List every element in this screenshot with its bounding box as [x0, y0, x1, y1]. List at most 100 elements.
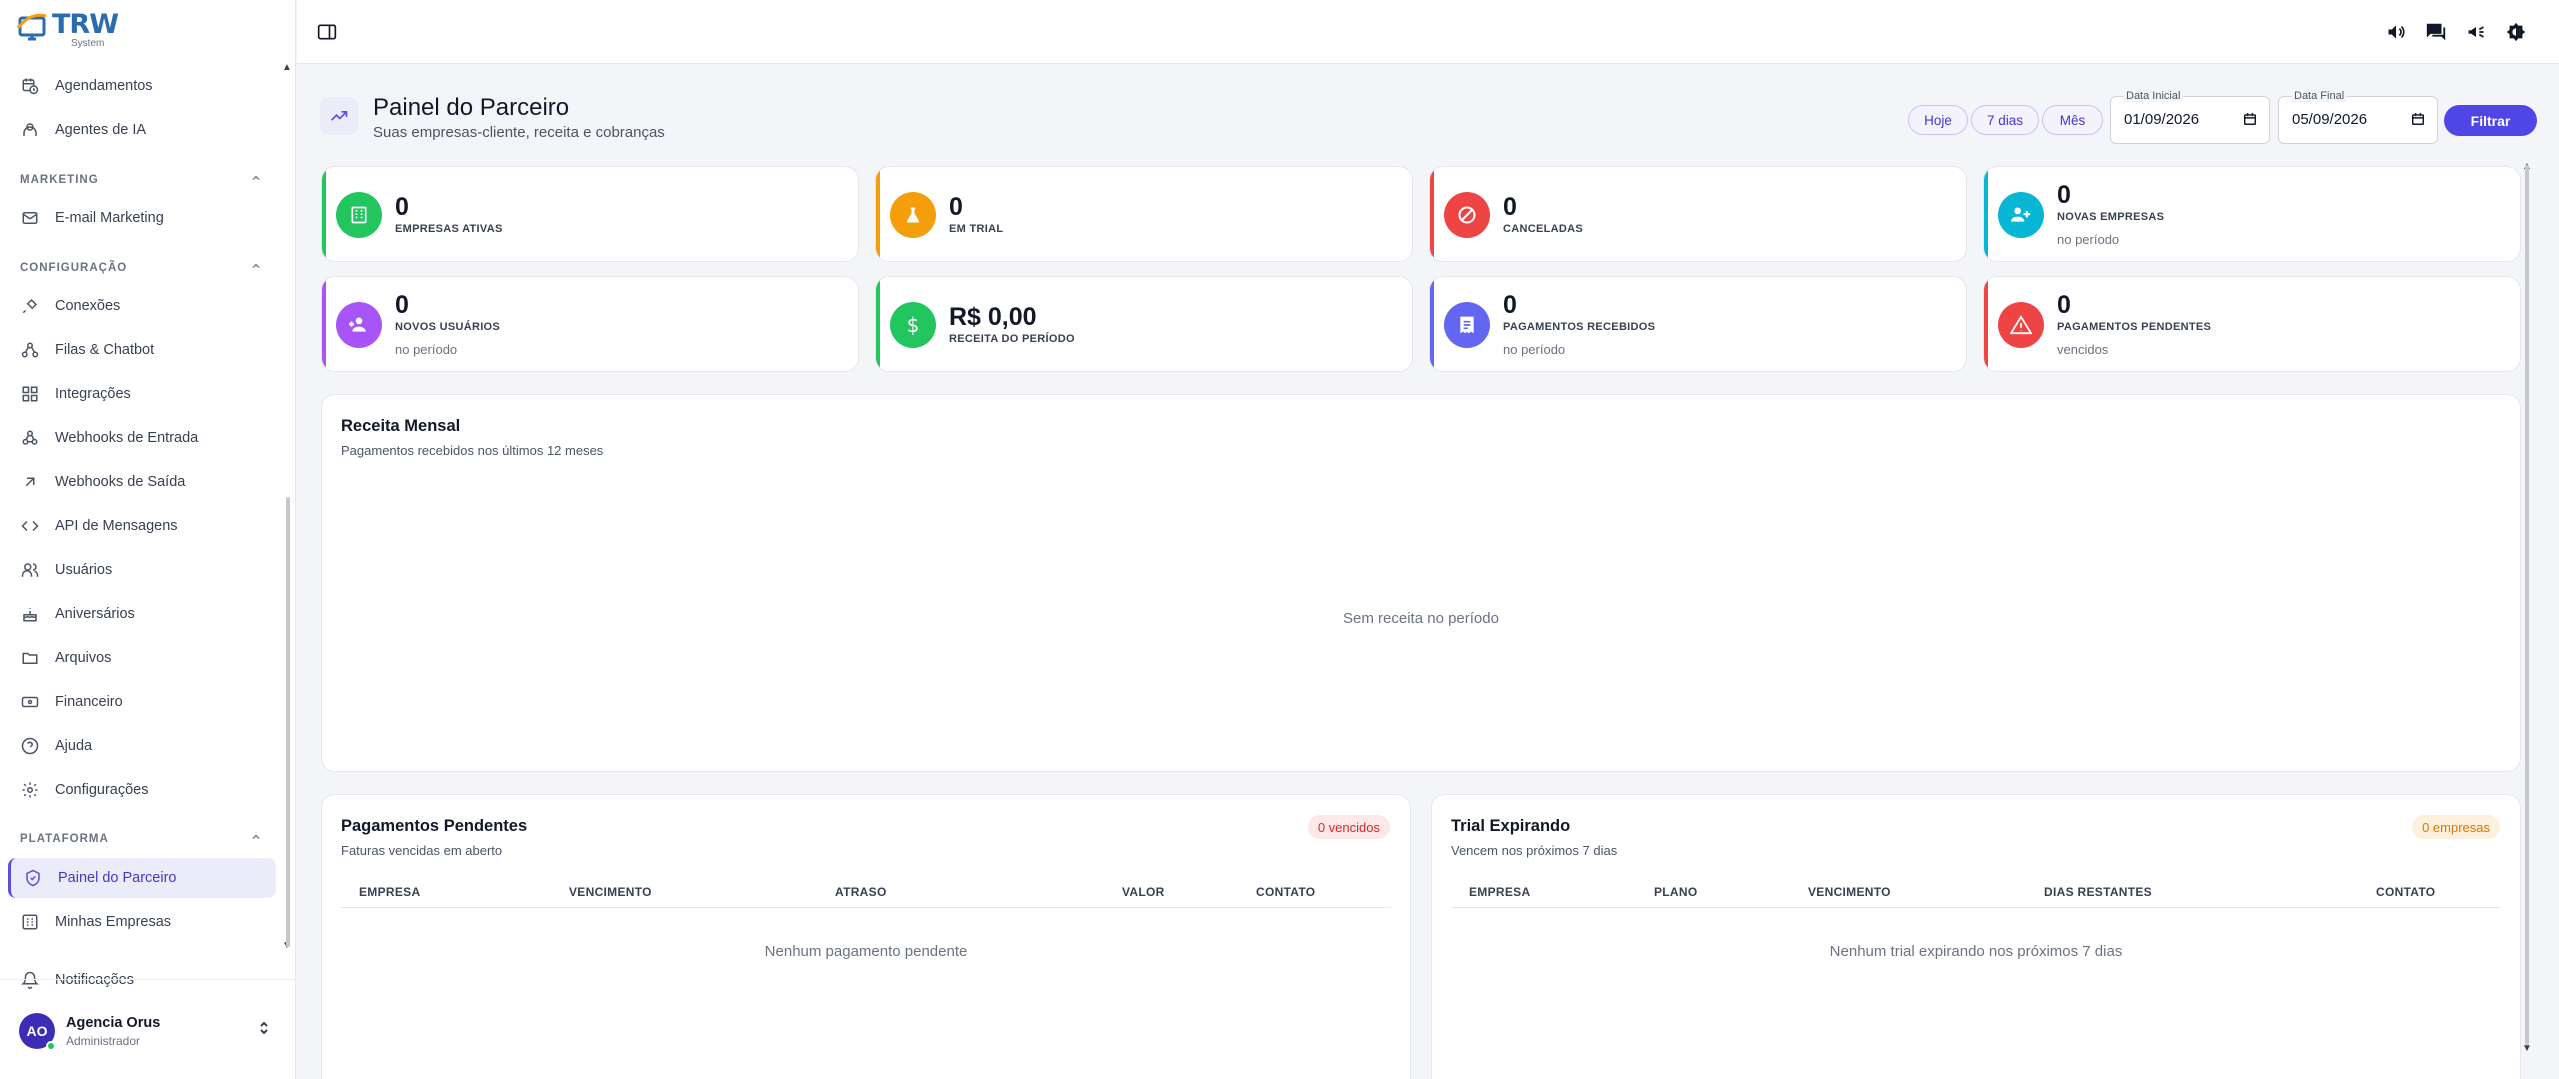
stat-accent-bar: [876, 277, 880, 371]
queue-icon: [20, 340, 40, 360]
column-header[interactable]: DIAS RESTANTES: [2044, 885, 2152, 899]
stat-label: NOVOS USUÁRIOS: [395, 321, 501, 333]
column-header[interactable]: CONTATO: [1256, 885, 1315, 899]
user-menu[interactable]: AO Agencia Orus Administrador: [0, 979, 296, 1079]
chat-icon[interactable]: [2422, 18, 2450, 46]
column-header[interactable]: EMPRESA: [359, 885, 420, 899]
sidebar-item-email-marketing[interactable]: E-mail Marketing: [20, 198, 276, 238]
sidebar-item-label: Usuários: [55, 562, 113, 578]
megaphone-icon[interactable]: [2462, 18, 2490, 46]
sidebar-item-integracoes[interactable]: Integrações: [20, 374, 276, 414]
user-name: Agencia Orus: [66, 1015, 161, 1031]
column-header[interactable]: VALOR: [1122, 885, 1165, 899]
sidebar-item-label: Webhooks de Saída: [55, 474, 186, 490]
column-header[interactable]: EMPRESA: [1469, 885, 1530, 899]
main-scrollbar[interactable]: [2525, 165, 2529, 1045]
column-header[interactable]: VENCIMENTO: [569, 885, 652, 899]
stat-value: 0: [395, 193, 409, 221]
stat-card-novas-empresas: 0 NOVAS EMPRESAS no período: [1983, 166, 2521, 262]
sidebar-item-usuarios[interactable]: Usuários: [20, 550, 276, 590]
column-header[interactable]: PLANO: [1654, 885, 1698, 899]
help-circle-icon: [20, 736, 40, 756]
section-configuracao[interactable]: CONFIGURAÇÃO: [20, 260, 262, 275]
sidebar-item-painel-parceiro[interactable]: Painel do Parceiro: [8, 858, 276, 898]
stat-card-empresas-ativas: 0 EMPRESAS ATIVAS: [321, 166, 859, 262]
date-end-value: 05/09/2026: [2292, 111, 2368, 128]
sidebar-item-arquivos[interactable]: Arquivos: [20, 638, 276, 678]
theme-toggle-icon[interactable]: [2502, 18, 2530, 46]
user-role: Administrador: [66, 1034, 141, 1048]
sidebar-item-api-mensagens[interactable]: API de Mensagens: [20, 506, 276, 546]
sidebar-item-label: API de Mensagens: [55, 518, 178, 534]
sidebar-item-aniversarios[interactable]: Aniversários: [20, 594, 276, 634]
stat-value: 0: [1503, 291, 1517, 319]
logo-monitor-icon: [16, 10, 58, 48]
sidebar-item-conexoes[interactable]: Conexões: [20, 286, 276, 326]
preset-mes-button[interactable]: Mês: [2042, 105, 2103, 135]
stat-sublabel: no período: [395, 342, 458, 357]
stat-accent-bar: [322, 167, 326, 261]
sidebar-item-label: Filas & Chatbot: [55, 342, 155, 358]
stat-sublabel: vencidos: [2057, 342, 2109, 357]
stat-sublabel: no período: [1503, 342, 1566, 357]
building-icon: [336, 192, 382, 238]
toggle-sidebar-icon[interactable]: [313, 18, 341, 46]
preset-hoje-button[interactable]: Hoje: [1908, 105, 1968, 135]
topbar: [297, 0, 2559, 64]
section-plataforma[interactable]: PLATAFORMA: [20, 831, 262, 846]
sidebar-item-label: Integrações: [55, 386, 131, 402]
chevron-up-icon: [250, 172, 262, 187]
trial-expiring-card: Trial Expirando Vencem nos próximos 7 di…: [1431, 794, 2521, 1079]
sidebar-item-agentes-ia[interactable]: Agentes de IA: [20, 110, 276, 150]
stat-accent-bar: [1984, 277, 1988, 371]
sidebar-item-agendamentos[interactable]: Agendamentos: [20, 66, 276, 106]
trending-up-icon: [320, 97, 358, 135]
column-header[interactable]: CONTATO: [2376, 885, 2435, 899]
preset-7-dias-button[interactable]: 7 dias: [1971, 105, 2039, 135]
sidebar-item-label: Agendamentos: [55, 78, 153, 94]
section-marketing[interactable]: MARKETING: [20, 172, 262, 187]
sidebar-item-filas-chatbot[interactable]: Filas & Chatbot: [20, 330, 276, 370]
sidebar-item-configuracoes[interactable]: Configurações: [20, 770, 276, 810]
sidebar-item-minhas-empresas[interactable]: Minhas Empresas: [20, 902, 276, 942]
date-start-field[interactable]: Data Inicial 01/09/2026: [2110, 90, 2270, 144]
stat-label: EMPRESAS ATIVAS: [395, 223, 503, 235]
sidebar-scroll-up-icon[interactable]: ▲: [282, 62, 292, 73]
column-header[interactable]: VENCIMENTO: [1808, 885, 1891, 899]
revenue-title: Receita Mensal: [341, 417, 461, 435]
sidebar-scrollbar[interactable]: [286, 497, 290, 947]
section-label: MARKETING: [20, 173, 99, 186]
page-subtitle: Suas empresas-cliente, receita e cobranç…: [373, 124, 665, 141]
main-scroll-down-icon[interactable]: ▼: [2522, 1043, 2534, 1055]
trial-title: Trial Expirando: [1451, 817, 1571, 835]
stat-card-pagamentos-recebidos: 0 PAGAMENTOS RECEBIDOS no período: [1429, 276, 1967, 372]
flask-icon: [890, 192, 936, 238]
sidebar-item-webhooks-saida[interactable]: Webhooks de Saída: [20, 462, 276, 502]
stat-accent-bar: [1984, 167, 1988, 261]
logo-subtitle: System: [71, 38, 105, 49]
column-header[interactable]: ATRASO: [835, 885, 887, 899]
sidebar-item-ajuda[interactable]: Ajuda: [20, 726, 276, 766]
receipt-icon: [1444, 302, 1490, 348]
shield-check-icon: [23, 868, 43, 888]
volume-icon[interactable]: [2382, 18, 2410, 46]
date-end-label: Data Final: [2291, 90, 2348, 102]
gear-icon: [20, 780, 40, 800]
dollar-icon: $: [890, 302, 936, 348]
calendar-icon[interactable]: [2243, 112, 2257, 126]
stat-label: CANCELADAS: [1503, 223, 1583, 235]
sidebar-item-label: E-mail Marketing: [55, 210, 164, 226]
stat-label: EM TRIAL: [949, 223, 1004, 235]
folder-icon: [20, 648, 40, 668]
stat-value: 0: [1503, 193, 1517, 221]
stat-sublabel: no período: [2057, 232, 2120, 247]
sidebar-item-label: Minhas Empresas: [55, 914, 172, 930]
sidebar-item-webhooks-entrada[interactable]: Webhooks de Entrada: [20, 418, 276, 458]
filter-button[interactable]: Filtrar: [2444, 105, 2537, 136]
date-end-field[interactable]: Data Final 05/09/2026: [2278, 90, 2438, 144]
sidebar-item-financeiro[interactable]: Financeiro: [20, 682, 276, 722]
sidebar-item-label: Ajuda: [55, 738, 93, 754]
chevron-up-icon: [250, 831, 262, 846]
calendar-icon[interactable]: [2411, 112, 2425, 126]
stat-value: 0: [2057, 181, 2071, 209]
